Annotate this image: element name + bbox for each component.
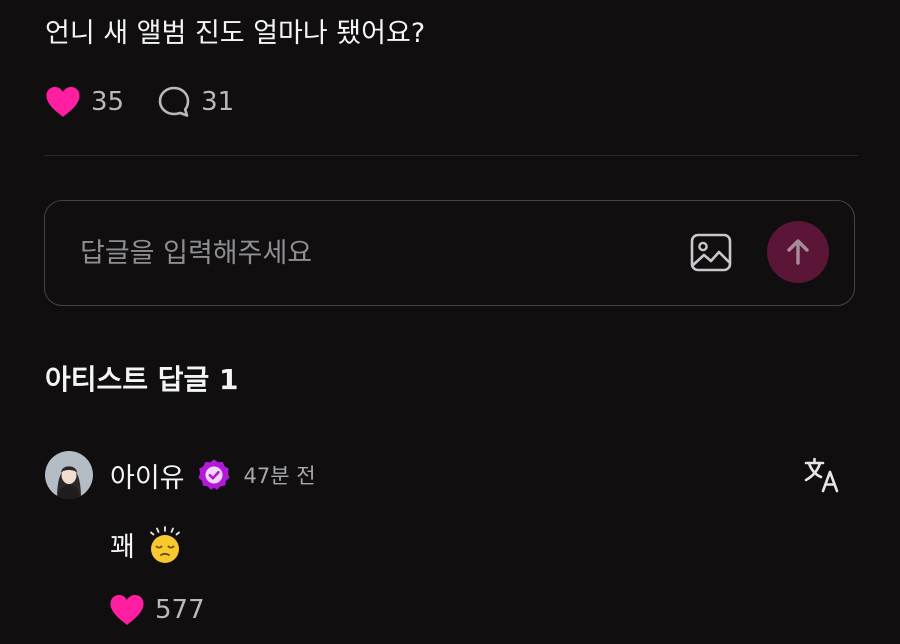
comment-button[interactable]: 31 — [157, 85, 234, 119]
image-icon — [690, 233, 732, 272]
like-button[interactable]: 35 — [45, 86, 124, 118]
artist-replies-title: 아티스트 답글 1 — [45, 363, 239, 396]
speech-bubble-icon — [158, 86, 190, 117]
comment-body: 꽤 — [110, 522, 183, 566]
translate-button[interactable] — [803, 456, 843, 494]
author-name[interactable]: 아이유 — [110, 456, 185, 495]
reply-box — [44, 200, 855, 306]
send-button[interactable] — [767, 221, 829, 283]
avatar[interactable] — [45, 451, 93, 499]
comment-text: 꽤 — [110, 531, 135, 563]
heart-icon — [110, 595, 144, 625]
comment-header: 아이유 47분 전 — [110, 455, 316, 495]
post-text: 언니 새 앨범 진도 얼마나 됐어요? — [45, 18, 426, 49]
comment-like-count: 577 — [155, 595, 205, 625]
reply-input[interactable] — [80, 231, 640, 275]
divider — [44, 155, 858, 156]
post-stats: 35 31 — [45, 82, 234, 122]
translate-icon — [804, 457, 839, 493]
comment-like-button[interactable]: 577 — [109, 590, 205, 630]
verified-badge-icon — [198, 459, 230, 490]
comment-count: 31 — [201, 87, 235, 117]
arrow-up-icon — [787, 239, 809, 265]
smiling-face-with-sweat-emoji — [149, 526, 180, 563]
comment-timestamp: 47분 전 — [243, 464, 316, 488]
heart-icon — [46, 87, 80, 117]
like-count: 35 — [91, 87, 125, 117]
attach-image-button[interactable] — [689, 232, 733, 274]
